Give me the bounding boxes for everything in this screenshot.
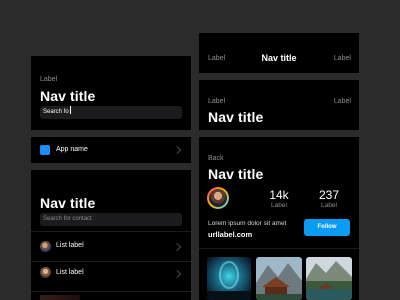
back-button[interactable]: Back [208,155,224,162]
profile-bio: Lorem ipsum dolor sit amet [208,220,287,227]
avatar [40,267,51,278]
photo-thumbnail[interactable] [207,257,251,300]
page-title: Nav title [40,195,96,211]
list-item-label: List label [56,269,84,276]
profile-avatar [207,187,229,209]
profile-photo [209,189,227,207]
search-input[interactable]: Search fo [40,106,182,119]
chevron-right-icon [172,242,182,252]
page-title: Nav title [208,109,264,125]
app-name: App name [56,146,88,153]
mountain-cabin-photo [256,257,302,300]
search-input-value: Search fo [43,109,69,115]
list-item-label: List label [56,242,84,249]
profile-card: Back Nav title 14k Label 237 Label Lorem… [199,137,359,300]
stat-label: Label [271,202,287,209]
profile-link[interactable]: urllabel.com [208,230,252,239]
list-item[interactable]: List label [31,232,191,261]
nav-label: Label [40,76,58,83]
stat-label: Label [321,202,337,209]
page-title: Nav title [208,166,264,182]
app-icon [40,145,50,155]
photo-thumbnail[interactable] [306,257,352,300]
contact-list-card: Nav title Search for contact List label … [31,170,191,300]
app-row-card[interactable]: App name [31,137,191,163]
stat-value: 237 [318,188,340,202]
contact-search-input[interactable]: Search for contact [40,213,182,226]
follow-button[interactable]: Follow [304,219,350,236]
stat-value: 14k [269,188,289,202]
lake-photo [306,257,352,300]
photo-thumbnail[interactable] [256,257,302,300]
divider [199,248,359,249]
text-caret [69,106,71,114]
divider [31,291,191,292]
page-title: Nav title [40,88,96,104]
chevron-right-icon [172,269,182,279]
nav-right-label[interactable]: Label [334,55,351,62]
large-title-nav-card: Label Label Nav title [199,80,359,130]
chevron-right-icon [172,145,182,155]
search-placeholder: Search for contact [43,216,92,222]
aurora-photo [207,257,251,300]
list-item-peek [40,295,80,300]
inline-nav-card: Label Nav title Label [199,33,359,73]
list-item[interactable]: List label [31,262,191,291]
avatar [40,241,51,252]
large-title-search-card: Label Nav title Search fo [31,56,191,130]
nav-left-label[interactable]: Label [208,98,225,105]
nav-right-label[interactable]: Label [334,98,351,105]
